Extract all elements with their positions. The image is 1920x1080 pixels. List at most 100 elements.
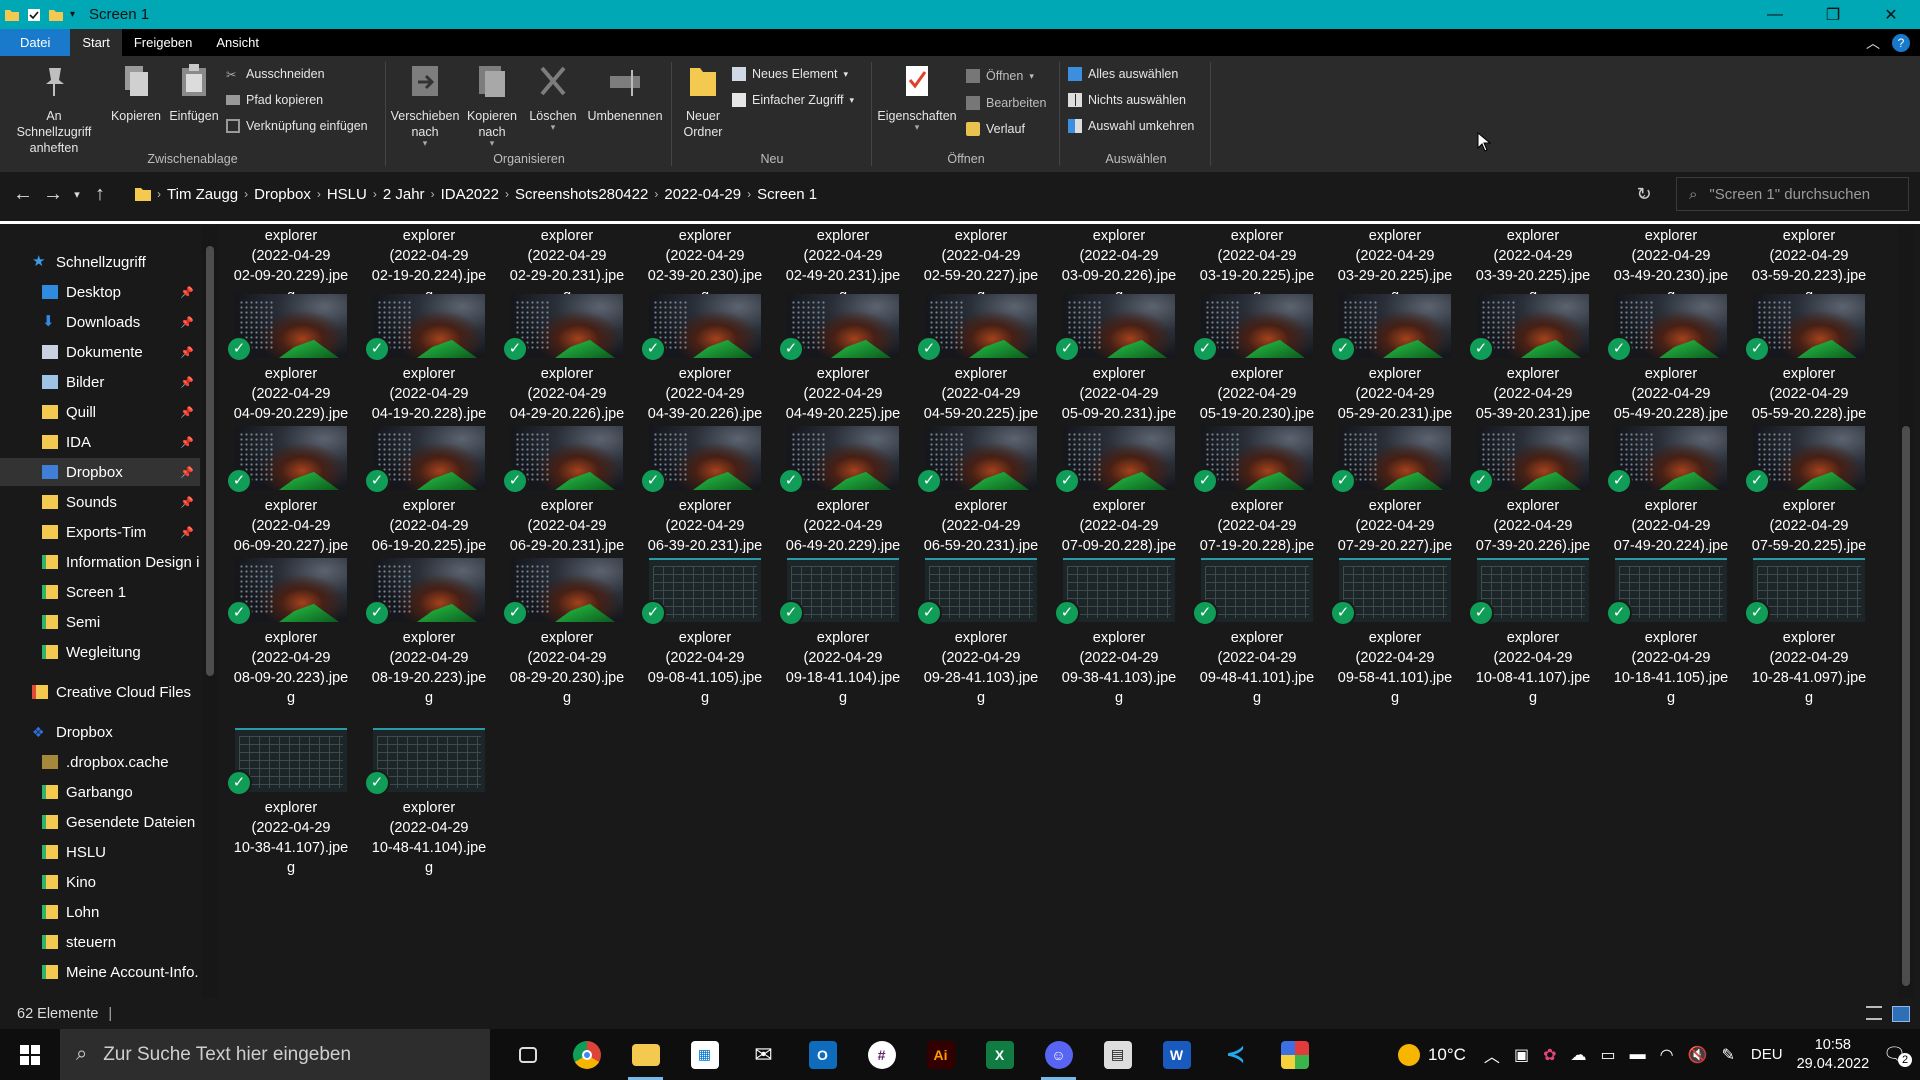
nav-item-lohn[interactable]: Lohn: [0, 898, 200, 926]
colorful-app[interactable]: [1265, 1029, 1324, 1080]
select-all-button[interactable]: Alles auswählen: [1068, 64, 1178, 84]
nav-quick-access[interactable]: ★ Schnellzugriff: [0, 248, 200, 276]
calculator-app[interactable]: ▤: [1088, 1029, 1147, 1080]
file-item[interactable]: ✓ explorer (2022-04-29 10-38-41.107).jpe g: [222, 728, 360, 878]
battery-icon[interactable]: ▬: [1630, 1046, 1646, 1064]
collapse-ribbon-icon[interactable]: ︿: [1866, 33, 1880, 53]
slack-app[interactable]: #: [852, 1029, 911, 1080]
file-item[interactable]: ✓explorer(2022-04-2907-39-20.226).jpeg: [1464, 426, 1602, 576]
copy-path-button[interactable]: Pfad kopieren: [226, 90, 323, 110]
nav-item-documents[interactable]: Dokumente 📌: [0, 338, 200, 366]
nav-item-hslu[interactable]: HSLU: [0, 838, 200, 866]
file-item[interactable]: ✓explorer(2022-04-2905-09-20.231).jpeg: [1050, 294, 1188, 444]
weather-icon[interactable]: [1397, 1043, 1420, 1066]
history-button[interactable]: Verlauf: [966, 119, 1025, 139]
up-button[interactable]: ↑: [86, 183, 114, 206]
pen-icon[interactable]: ✎: [1721, 1045, 1734, 1065]
select-none-button[interactable]: Nichts auswählen: [1068, 90, 1186, 110]
file-item[interactable]: ✓explorer(2022-04-2905-49-20.228).jpeg: [1602, 294, 1740, 444]
file-item[interactable]: ✓explorer(2022-04-2906-29-20.231).jpeg: [498, 426, 636, 576]
word-app[interactable]: W: [1147, 1029, 1206, 1080]
nav-item-garbango[interactable]: Garbango: [0, 778, 200, 806]
tab-start[interactable]: Start: [70, 29, 122, 56]
file-item[interactable]: ✓explorer(2022-04-2905-59-20.228).jpeg: [1740, 294, 1878, 444]
nav-item-gesendete-dateien[interactable]: Gesendete Dateien: [0, 808, 200, 836]
file-item[interactable]: ✓ explorer (2022-04-29 09-28-41.103).jpe g: [912, 558, 1050, 708]
content-scrollbar[interactable]: [1898, 226, 1914, 998]
paste-button[interactable]: Einfügen: [166, 62, 222, 124]
file-item[interactable]: ✓ explorer (2022-04-29 09-08-41.105).jpe g: [636, 558, 774, 708]
tab-datei[interactable]: Datei: [0, 29, 71, 56]
notifications-icon[interactable]: 🗨 2: [1883, 1044, 1912, 1067]
file-item[interactable]: ✓ explorer (2022-04-29 08-19-20.223).jpe g: [360, 558, 498, 708]
file-item[interactable]: ✓ explorer (2022-04-29 10-18-41.105).jpe g: [1602, 558, 1740, 708]
new-item-button[interactable]: Neues Element ▾: [732, 64, 848, 84]
invert-selection-button[interactable]: Auswahl umkehren: [1068, 116, 1194, 136]
show-hidden-icons[interactable]: ︿: [1484, 1043, 1500, 1067]
file-item[interactable]: ✓explorer(2022-04-2907-29-20.227).jpeg: [1326, 426, 1464, 576]
file-item[interactable]: ✓ explorer (2022-04-29 09-58-41.101).jpe g: [1326, 558, 1464, 708]
move-to-button[interactable]: Verschieben nach ▾: [390, 62, 460, 148]
pin-quick-access-button[interactable]: An Schnellzugriff anheften: [6, 62, 102, 156]
details-view-icon[interactable]: [1866, 1006, 1882, 1020]
file-item[interactable]: ✓ explorer (2022-04-29 10-28-41.097).jpe g: [1740, 558, 1878, 708]
volume-muted-icon[interactable]: 🔇: [1688, 1045, 1708, 1065]
file-item[interactable]: ✓explorer(2022-04-2906-19-20.225).jpeg: [360, 426, 498, 576]
file-item[interactable]: ✓explorer(2022-04-2904-49-20.225).jpeg: [774, 294, 912, 444]
breadcrumb-item[interactable]: Tim Zaugg: [161, 186, 244, 203]
file-item[interactable]: ✓explorer(2022-04-2905-29-20.231).jpeg: [1326, 294, 1464, 444]
onedrive-icon[interactable]: ☁: [1570, 1045, 1586, 1065]
nav-item-quill[interactable]: Quill 📌: [0, 398, 200, 426]
file-item[interactable]: ✓explorer(2022-04-2905-19-20.230).jpeg: [1188, 294, 1326, 444]
copy-to-button[interactable]: Kopieren nach ▾: [462, 62, 522, 148]
file-item[interactable]: ✓ explorer (2022-04-29 10-08-41.107).jpe g: [1464, 558, 1602, 708]
chrome-app[interactable]: [557, 1029, 616, 1080]
properties-icon[interactable]: [26, 7, 42, 23]
delete-button[interactable]: Löschen ▾: [526, 62, 580, 132]
nav-item-information-design[interactable]: Information Design i: [0, 548, 200, 576]
file-item[interactable]: ✓explorer(2022-04-2906-39-20.231).jpeg: [636, 426, 774, 576]
breadcrumb-item[interactable]: Screenshots280422: [509, 186, 654, 203]
task-view-button[interactable]: [498, 1029, 557, 1080]
breadcrumb-item[interactable]: 2 Jahr: [377, 186, 431, 203]
file-item[interactable]: ✓explorer(2022-04-2906-59-20.231).jpeg: [912, 426, 1050, 576]
weather-temp[interactable]: 10°C: [1428, 1045, 1466, 1065]
edit-button[interactable]: Bearbeiten: [966, 93, 1046, 113]
new-folder-icon[interactable]: [48, 7, 64, 23]
open-button[interactable]: Öffnen ▾: [966, 66, 1034, 86]
nav-scrollbar-thumb[interactable]: [206, 246, 214, 676]
tab-freigeben[interactable]: Freigeben: [122, 29, 205, 56]
large-icons-view-icon[interactable]: [1892, 1006, 1910, 1022]
file-item[interactable]: ✓explorer(2022-04-2904-59-20.225).jpeg: [912, 294, 1050, 444]
nav-item-exports-tim[interactable]: Exports-Tim 📌: [0, 518, 200, 546]
network-adapter-icon[interactable]: ▭: [1600, 1045, 1615, 1065]
file-item[interactable]: ✓explorer(2022-04-2904-09-20.229).jpeg: [222, 294, 360, 444]
app-tray-icon[interactable]: ✿: [1543, 1045, 1556, 1065]
nav-dropbox[interactable]: ❖ Dropbox: [0, 718, 200, 746]
file-item[interactable]: ✓explorer(2022-04-2904-19-20.228).jpeg: [360, 294, 498, 444]
file-item[interactable]: ✓explorer(2022-04-2904-29-20.226).jpeg: [498, 294, 636, 444]
nav-item-kino[interactable]: Kino: [0, 868, 200, 896]
breadcrumb-item[interactable]: IDA2022: [435, 186, 505, 203]
file-item[interactable]: ✓ explorer (2022-04-29 10-48-41.104).jpe g: [360, 728, 498, 878]
close-button[interactable]: ✕: [1862, 0, 1920, 29]
file-item[interactable]: ✓ explorer (2022-04-29 09-38-41.103).jpe g: [1050, 558, 1188, 708]
cut-button[interactable]: ✂ Ausschneiden: [226, 64, 325, 84]
forward-button[interactable]: →: [38, 183, 68, 206]
back-button[interactable]: ←: [8, 183, 38, 206]
nav-item-downloads[interactable]: ⬇ Downloads 📌: [0, 308, 200, 336]
breadcrumb-item[interactable]: Screen 1: [751, 186, 823, 203]
nav-item-sounds[interactable]: Sounds 📌: [0, 488, 200, 516]
outlook-app[interactable]: O: [793, 1029, 852, 1080]
file-item[interactable]: ✓ explorer (2022-04-29 08-29-20.230).jpe g: [498, 558, 636, 708]
nav-item-screen-1[interactable]: Screen 1: [0, 578, 200, 606]
excel-app[interactable]: X: [970, 1029, 1029, 1080]
rename-button[interactable]: Umbenennen: [584, 62, 666, 124]
breadcrumb-item[interactable]: Dropbox: [248, 186, 317, 203]
input-language[interactable]: DEU: [1751, 1046, 1783, 1063]
nav-item-dropbox-pinned[interactable]: Dropbox 📌: [0, 458, 200, 486]
properties-button[interactable]: Eigenschaften ▾: [876, 62, 958, 132]
file-explorer-app[interactable]: [616, 1029, 675, 1080]
mail-app[interactable]: ✉: [734, 1029, 793, 1080]
start-button[interactable]: [0, 1029, 60, 1080]
